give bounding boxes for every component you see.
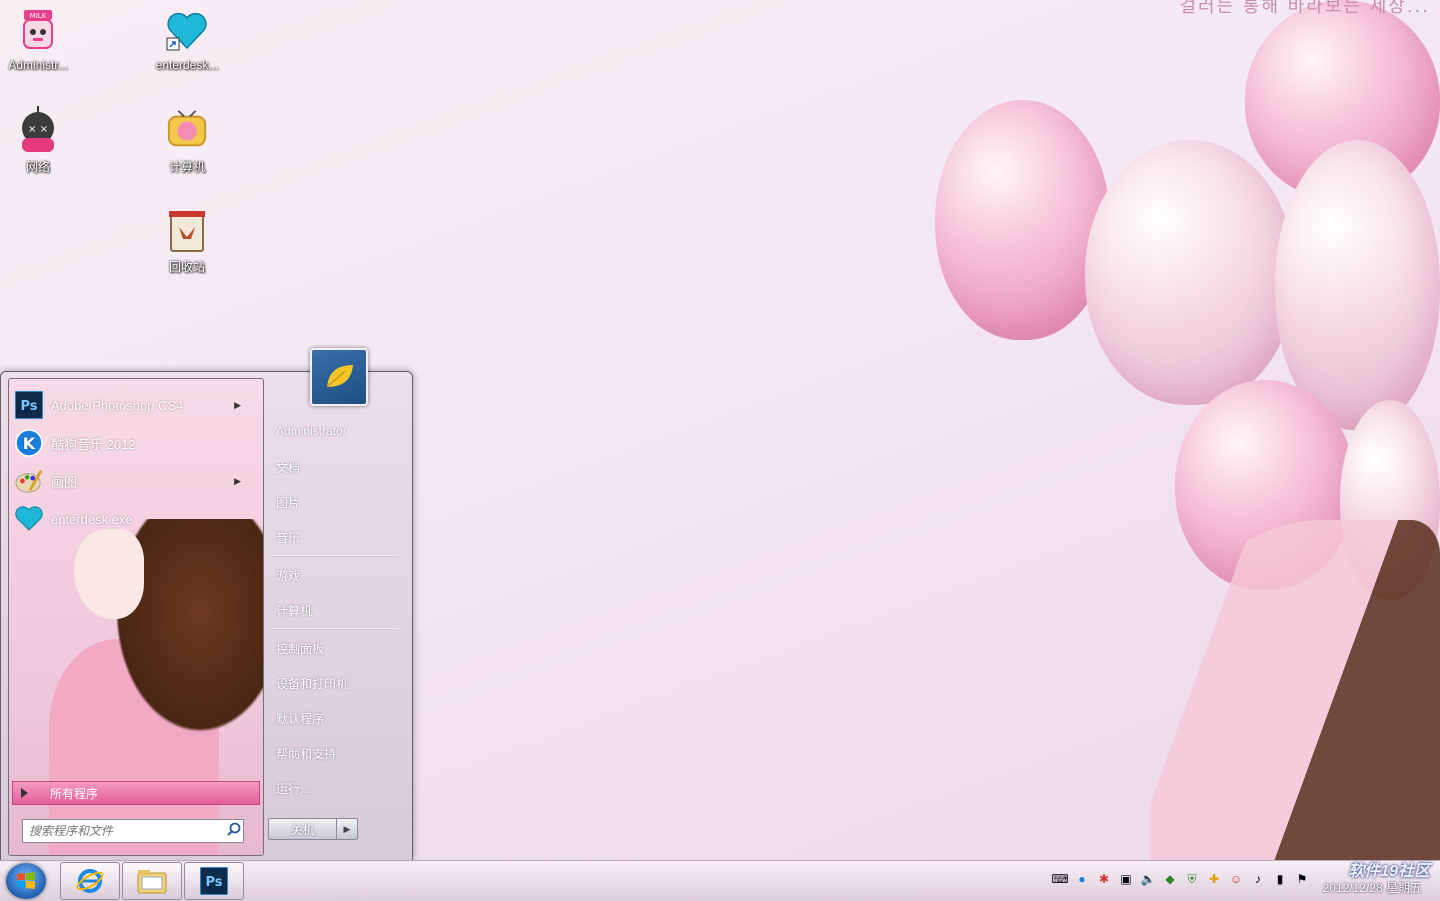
system-tray: ⌨ ● ✱ ▣ 🔈 ◆ ⛨ ✚ ☺ ♪ ▮ ⚑: [1051, 871, 1310, 887]
user-picture[interactable]: [310, 348, 368, 406]
leaf-avatar-icon: [326, 365, 353, 388]
balloon-decoration: [935, 100, 1110, 340]
kugou-tray-icon[interactable]: ●: [1074, 871, 1090, 887]
desktop-icon-label: 计算机: [168, 160, 205, 174]
link-run[interactable]: 运行...: [276, 780, 310, 797]
explorer-icon: [137, 870, 167, 894]
keyboard-icon[interactable]: ⌨: [1051, 871, 1068, 887]
shutdown-options-arrow-icon[interactable]: ▶: [337, 819, 357, 839]
network-icon: × ×: [16, 106, 60, 152]
program-label: enterdesk.exe: [51, 511, 133, 527]
svg-text:K: K: [23, 434, 36, 453]
taskbar-ie-button[interactable]: [60, 862, 120, 900]
desktop-icon-administrator[interactable]: MILK Administr...: [0, 8, 80, 72]
submenu-arrow-icon[interactable]: ▶: [234, 476, 241, 487]
svg-text:Ps: Ps: [205, 875, 222, 890]
taskbar-explorer-button[interactable]: [122, 862, 182, 900]
start-menu-places-pane: Administrator 文档 图片 音乐 游戏 计算机 控制面板 设备和打印…: [266, 348, 406, 861]
signal-icon[interactable]: ▮: [1272, 871, 1288, 887]
taskbar-clock[interactable]: 2012/12/28 星期五: [1323, 879, 1422, 896]
flag-icon[interactable]: ⚑: [1294, 871, 1310, 887]
taskbar-photoshop-button[interactable]: Ps: [184, 862, 244, 900]
menu-separator: [272, 555, 398, 557]
milk-user-icon: MILK: [16, 8, 60, 52]
computer-icon: [165, 108, 209, 152]
photoshop-icon: Ps: [15, 391, 43, 419]
heart-icon: [15, 505, 43, 533]
windows-logo-icon: [17, 872, 35, 889]
all-programs-label: 所有程序: [50, 786, 99, 801]
program-label: 画图: [51, 474, 78, 490]
shutdown-button[interactable]: 关机: [269, 819, 337, 839]
desktop-icon-label: 回收站: [168, 260, 205, 274]
link-documents[interactable]: 文档: [276, 459, 300, 476]
recycle-bin-icon: [165, 208, 209, 252]
girl-illustration: [1150, 520, 1440, 860]
volume-icon[interactable]: ♪: [1250, 871, 1266, 887]
expand-arrow-icon: [21, 788, 28, 798]
shutdown-control: 关机 ▶: [268, 818, 358, 840]
menu-separator: [272, 628, 398, 630]
ie-icon: [76, 869, 104, 893]
balloon-decoration: [1085, 140, 1295, 405]
monitor-icon[interactable]: ▣: [1118, 871, 1134, 887]
photoshop-icon: Ps: [200, 867, 228, 895]
svg-text:MILK: MILK: [30, 12, 47, 20]
program-label: 酷狗音乐 2012: [51, 436, 136, 452]
program-photoshop[interactable]: Ps Adobe Photoshop CS4 ▶: [15, 388, 255, 422]
start-button[interactable]: [6, 863, 46, 899]
svg-text:Ps: Ps: [20, 399, 37, 414]
search-icon[interactable]: [227, 822, 241, 841]
desktop-icon-enterdesk[interactable]: enterdesk...: [145, 8, 229, 72]
network-tray-icon[interactable]: ✱: [1096, 871, 1112, 887]
security-icon[interactable]: ◆: [1162, 871, 1178, 887]
desktop-icon-computer[interactable]: 计算机: [145, 108, 229, 175]
antivirus-icon[interactable]: ✚: [1206, 871, 1222, 887]
paint-icon: [15, 467, 43, 495]
submenu-arrow-icon[interactable]: ▶: [234, 400, 241, 411]
link-control-panel[interactable]: 控制面板: [276, 640, 324, 657]
shield-icon[interactable]: ⛨: [1184, 871, 1200, 887]
program-kugou[interactable]: K 酷狗音乐 2012: [15, 426, 255, 460]
wallpaper-text: 걸러는 통해 바라보는 세상...: [1179, 0, 1430, 17]
start-menu: Ps Adobe Photoshop CS4 ▶ K 酷狗音乐 2012 画图 …: [0, 348, 413, 862]
link-computer[interactable]: 计算机: [276, 602, 312, 619]
program-paint[interactable]: 画图 ▶: [15, 464, 255, 498]
link-user-folder[interactable]: Administrator: [276, 424, 347, 438]
desktop-icon-label: 网络: [25, 160, 50, 174]
desktop-icon-recycle-bin[interactable]: 回收站: [145, 208, 229, 275]
desktop-icon-label: Administr...: [8, 58, 68, 72]
search-input[interactable]: [23, 823, 221, 839]
site-logo: 软件19社区: [1348, 863, 1430, 880]
link-default-programs[interactable]: 默认程序: [276, 710, 324, 727]
program-enterdesk[interactable]: enterdesk.exe: [15, 502, 255, 536]
heart-shortcut-icon: [165, 8, 209, 52]
speaker-icon[interactable]: 🔈: [1140, 871, 1156, 887]
svg-text:× ×: × ×: [28, 124, 48, 135]
kugou-icon: K: [15, 429, 43, 457]
link-games[interactable]: 游戏: [276, 567, 300, 584]
link-music[interactable]: 音乐: [276, 529, 300, 546]
link-devices-printers[interactable]: 设备和打印机: [276, 675, 348, 692]
desktop-icon-label: enterdesk...: [155, 58, 219, 72]
start-search-box[interactable]: [22, 819, 244, 843]
taskbar: Ps ⌨ ● ✱ ▣ 🔈 ◆ ⛨ ✚ ☺ ♪ ▮ ⚑ 软件19社区 2012/1…: [0, 860, 1440, 901]
balloon-decoration: [1275, 140, 1440, 430]
link-help-support[interactable]: 帮助和支持: [276, 745, 336, 762]
qq-icon[interactable]: ☺: [1228, 871, 1244, 887]
desktop-icon-network[interactable]: × × 网络: [0, 106, 80, 175]
all-programs-button[interactable]: 所有程序: [12, 781, 260, 805]
girl-illustration: [74, 529, 144, 619]
program-label: Adobe Photoshop CS4: [51, 397, 184, 413]
start-menu-programs-pane: Ps Adobe Photoshop CS4 ▶ K 酷狗音乐 2012 画图 …: [8, 378, 264, 856]
link-pictures[interactable]: 图片: [276, 494, 300, 511]
